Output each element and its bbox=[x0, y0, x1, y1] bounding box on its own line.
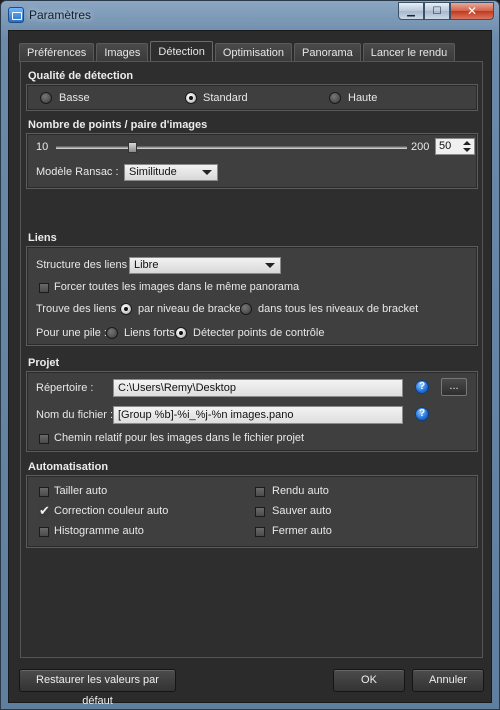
detection-tab-pane: Qualité de détection Basse Standard Haut… bbox=[20, 61, 483, 658]
spin-up-icon[interactable] bbox=[463, 141, 471, 145]
detection-quality-group: Basse Standard Haute bbox=[26, 84, 478, 111]
tab-panorama[interactable]: Panorama bbox=[294, 43, 361, 62]
links-group: Structure des liens : Libre Forcer toute… bbox=[26, 246, 478, 346]
points-spinbox[interactable]: 50 bbox=[435, 138, 475, 155]
auto-histogram-checkbox[interactable] bbox=[39, 527, 49, 537]
slider-min-label: 10 bbox=[36, 141, 49, 153]
structure-combo[interactable]: Libre bbox=[129, 257, 281, 274]
points-spinbox-value: 50 bbox=[439, 140, 452, 152]
chevron-down-icon bbox=[265, 263, 275, 268]
close-button[interactable]: ✕ bbox=[450, 2, 494, 20]
auto-color-correction-checkbox[interactable] bbox=[39, 504, 50, 519]
points-slider-track[interactable] bbox=[56, 146, 407, 149]
dialog-client: Préférences Images Détection Optimisatio… bbox=[8, 30, 492, 707]
auto-close-checkbox[interactable] bbox=[255, 527, 265, 537]
stack-strong-links-radio[interactable] bbox=[106, 327, 118, 339]
stack-label: Pour une pile : bbox=[36, 327, 107, 339]
tab-images[interactable]: Images bbox=[96, 43, 149, 62]
points-group: 10 200 50 Modèle Ransac : Similitude bbox=[26, 133, 478, 189]
points-section-title: Nombre de points / paire d'images bbox=[28, 119, 208, 131]
relative-path-label: Chemin relatif pour les images dans le f… bbox=[54, 432, 305, 444]
slider-max-label: 200 bbox=[411, 141, 430, 153]
stack-detect-cp-radio[interactable] bbox=[175, 327, 187, 339]
directory-label: Répertoire : bbox=[36, 382, 94, 394]
settings-window: Paramètres ▁ ☐ ✕ Préférences Images Déte… bbox=[0, 0, 500, 710]
app-icon bbox=[8, 7, 24, 23]
tab-optimisation[interactable]: Optimisation bbox=[214, 43, 293, 62]
auto-crop-label: Tailler auto bbox=[54, 485, 108, 497]
maximize-button[interactable]: ☐ bbox=[424, 2, 450, 20]
window-controls: ▁ ☐ ✕ bbox=[398, 2, 494, 20]
help-icon[interactable]: ? bbox=[415, 407, 429, 421]
force-panorama-checkbox[interactable] bbox=[39, 283, 49, 293]
tab-preferences[interactable]: Préférences bbox=[19, 43, 95, 62]
structure-combo-value: Libre bbox=[134, 259, 159, 271]
tab-render[interactable]: Lancer le rendu bbox=[362, 43, 456, 62]
title-bar[interactable]: Paramètres ▁ ☐ ✕ bbox=[1, 1, 499, 29]
tab-detection[interactable]: Détection bbox=[150, 41, 213, 62]
automation-section-title: Automatisation bbox=[28, 461, 109, 473]
browse-directory-button[interactable]: ... bbox=[441, 378, 467, 396]
directory-input[interactable]: C:\Users\Remy\Desktop bbox=[113, 379, 403, 397]
find-all-brackets-radio[interactable] bbox=[240, 303, 252, 315]
auto-render-label: Rendu auto bbox=[272, 485, 329, 497]
structure-label: Structure des liens : bbox=[36, 259, 134, 271]
help-icon[interactable]: ? bbox=[415, 380, 429, 394]
ransac-label: Modèle Ransac : bbox=[36, 166, 119, 178]
auto-save-label: Sauver auto bbox=[272, 505, 332, 517]
ransac-combo[interactable]: Similitude bbox=[124, 164, 218, 181]
restore-defaults-button[interactable]: Restaurer les valeurs par défaut bbox=[19, 669, 176, 707]
quality-haute-label: Haute bbox=[348, 92, 378, 104]
auto-render-checkbox[interactable] bbox=[255, 487, 265, 497]
quality-haute-radio[interactable] bbox=[329, 92, 341, 104]
auto-color-correction-label: Correction couleur auto bbox=[54, 505, 169, 517]
find-links-label: Trouve des liens : bbox=[36, 303, 123, 315]
find-all-brackets-label: dans tous les niveaux de bracket bbox=[258, 303, 419, 315]
project-group: Répertoire : C:\Users\Remy\Desktop ? ...… bbox=[26, 371, 478, 452]
stack-strong-links-label: Liens forts bbox=[124, 327, 175, 339]
detection-quality-title: Qualité de détection bbox=[28, 70, 134, 82]
quality-standard-radio[interactable] bbox=[185, 92, 197, 104]
find-per-bracket-radio[interactable] bbox=[120, 303, 132, 315]
minimize-button[interactable]: ▁ bbox=[398, 2, 424, 20]
automation-group: Tailler auto Correction couleur auto His… bbox=[26, 475, 478, 548]
quality-basse-label: Basse bbox=[59, 92, 90, 104]
filename-input[interactable]: [Group %b]-%i_%j-%n images.pano bbox=[113, 406, 403, 424]
tab-bar: Préférences Images Détection Optimisatio… bbox=[19, 41, 457, 62]
spin-down-icon[interactable] bbox=[463, 148, 471, 152]
cancel-button[interactable]: Annuler bbox=[412, 669, 484, 692]
ransac-combo-value: Similitude bbox=[129, 166, 177, 178]
auto-save-checkbox[interactable] bbox=[255, 507, 265, 517]
project-section-title: Projet bbox=[28, 357, 60, 369]
quality-basse-radio[interactable] bbox=[40, 92, 52, 104]
links-section-title: Liens bbox=[28, 232, 57, 244]
relative-path-checkbox[interactable] bbox=[39, 434, 49, 444]
find-per-bracket-label: par niveau de bracket bbox=[138, 303, 244, 315]
force-panorama-label: Forcer toutes les images dans le même pa… bbox=[54, 281, 300, 293]
window-title: Paramètres bbox=[29, 8, 92, 22]
quality-standard-label: Standard bbox=[203, 92, 248, 104]
filename-label: Nom du fichier : bbox=[36, 409, 114, 421]
stack-detect-cp-label: Détecter points de contrôle bbox=[193, 327, 325, 339]
chevron-down-icon bbox=[202, 170, 212, 175]
points-slider-handle[interactable] bbox=[127, 142, 137, 153]
auto-histogram-label: Histogramme auto bbox=[54, 525, 144, 537]
ok-button[interactable]: OK bbox=[333, 669, 405, 692]
auto-close-label: Fermer auto bbox=[272, 525, 332, 537]
auto-crop-checkbox[interactable] bbox=[39, 487, 49, 497]
